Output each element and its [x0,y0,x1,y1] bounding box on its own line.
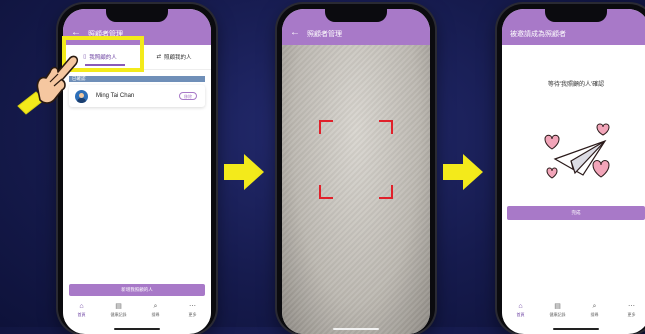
page-title: 照顧者管理 [307,31,342,38]
camera-view[interactable] [282,45,430,334]
phone-notch [325,9,387,22]
nav-item-home[interactable]: ⌂ 首頁 [63,298,100,322]
more-icon: ⋯ [189,302,196,310]
search-icon: ⌕ [592,302,597,310]
search-icon: ⌕ [153,302,158,310]
scan-corner-bottom-right [379,185,393,199]
nav-label: 首頁 [516,311,525,317]
nav-label: 更多 [627,311,636,317]
remove-button[interactable]: 移除 [179,92,197,100]
home-icon: ⌂ [518,302,523,310]
nav-label: 健康記錄 [110,311,127,317]
heart-link-icon: ⇄ [156,54,162,60]
phone-screen: 被邀請成為照顧者 等待'我照顧的人'確認 完成 ⌂ 首頁 ▤ 健康記錄 ⌕ 搜尋 [502,9,645,334]
home-indicator [553,328,599,330]
nav-item-search[interactable]: ⌕ 搜尋 [576,298,613,322]
nav-item-health-records[interactable]: ▤ 健康記錄 [539,298,576,322]
contact-card[interactable]: Ming Tai Chan 移除 [69,85,205,107]
pointing-hand-icon [17,55,79,115]
scan-corner-top-right [379,120,393,134]
section-label-confirmed: 已確認 [69,76,205,82]
clipboard-icon: ▤ [554,302,561,310]
nav-label: 健康記錄 [549,311,566,317]
add-care-recipient-button[interactable]: 新增我照顧的人 [69,284,205,296]
nav-label: 更多 [188,311,197,317]
phone-notch [106,9,168,22]
clipboard-icon: ▤ [115,302,122,310]
nav-item-more[interactable]: ⋯ 更多 [174,298,211,322]
scan-corner-bottom-left [319,185,333,199]
nav-label: 搜尋 [151,311,160,317]
paper-plane-hearts-icon [544,123,610,179]
more-icon: ⋯ [628,302,635,310]
nav-label: 首頁 [77,311,86,317]
phone-qr-scanner: ← 照顧者管理 [277,4,435,334]
home-indicator [333,328,379,330]
home-indicator [114,328,160,330]
scan-corner-top-left [319,120,333,134]
page-title: 被邀請成為照顧者 [510,31,566,38]
nav-item-more[interactable]: ⋯ 更多 [613,298,645,322]
back-arrow-icon[interactable]: ← [290,28,300,38]
done-button[interactable]: 完成 [507,206,645,220]
nav-item-health-records[interactable]: ▤ 健康記錄 [100,298,137,322]
home-icon: ⌂ [79,302,84,310]
step-arrow-icon [443,154,483,190]
bottom-nav: ⌂ 首頁 ▤ 健康記錄 ⌕ 搜尋 ⋯ 更多 [63,298,211,322]
contact-name: Ming Tai Chan [96,93,135,99]
step-arrow-icon [224,154,264,190]
phone-invitation-pending: 被邀請成為照顧者 等待'我照顧的人'確認 完成 ⌂ 首頁 ▤ 健康記錄 ⌕ 搜尋 [497,4,645,334]
tab-label: 照顧我的人 [164,55,192,61]
nav-label: 搜尋 [590,311,599,317]
waiting-confirmation-text: 等待'我照顧的人'確認 [547,82,605,88]
nav-item-search[interactable]: ⌕ 搜尋 [137,298,174,322]
phone-screen: ← 照顧者管理 [282,9,430,334]
nav-item-home[interactable]: ⌂ 首頁 [502,298,539,322]
tab-my-caregivers[interactable]: ⇄ 照顧我的人 [137,45,211,69]
phone-notch [545,9,607,22]
bottom-nav: ⌂ 首頁 ▤ 健康記錄 ⌕ 搜尋 ⋯ 更多 [502,298,645,322]
